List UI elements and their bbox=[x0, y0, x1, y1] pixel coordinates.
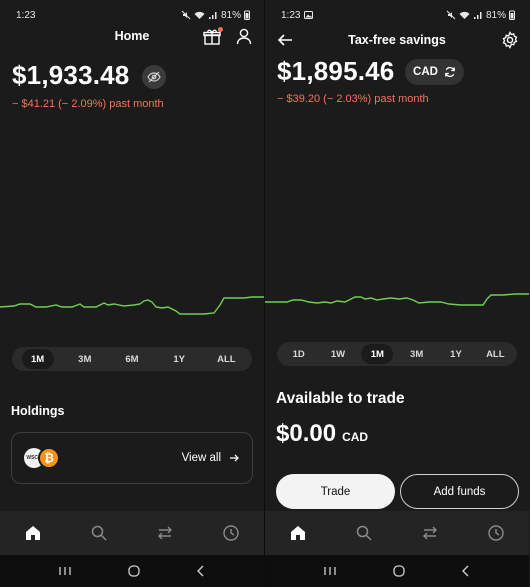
range-option[interactable]: 3M bbox=[401, 344, 433, 364]
settings-button[interactable] bbox=[499, 29, 521, 51]
bottom-tab-bar bbox=[0, 511, 264, 555]
recents-icon[interactable] bbox=[323, 565, 337, 577]
account-balance: $1,933.48 bbox=[12, 60, 130, 90]
tab-activity[interactable] bbox=[215, 517, 247, 549]
account-balance: $1,895.46 bbox=[277, 56, 395, 86]
currency-label: CAD bbox=[413, 66, 438, 78]
home-icon bbox=[26, 526, 40, 540]
performance-chart bbox=[265, 293, 529, 306]
mute-icon bbox=[181, 10, 191, 20]
status-bar: 1:23 81% bbox=[16, 8, 250, 22]
home-circle-icon[interactable] bbox=[127, 564, 141, 578]
activity-icon bbox=[488, 525, 504, 541]
balance-change: − $41.21 (− 2.09%) past month bbox=[12, 98, 164, 110]
battery-icon bbox=[244, 10, 250, 20]
range-option[interactable]: 6M bbox=[116, 349, 148, 369]
battery-text: 81% bbox=[485, 9, 506, 21]
mute-icon bbox=[446, 10, 456, 20]
wifi-icon bbox=[194, 11, 205, 19]
trade-button[interactable]: Trade bbox=[276, 474, 395, 509]
eye-off-icon bbox=[147, 71, 161, 83]
profile-button[interactable] bbox=[233, 25, 255, 47]
system-navigation bbox=[0, 555, 264, 587]
activity-icon bbox=[223, 525, 239, 541]
back-icon[interactable] bbox=[461, 565, 471, 577]
range-option[interactable]: ALL bbox=[210, 349, 242, 369]
holdings-title: Holdings bbox=[11, 404, 65, 418]
range-option[interactable]: 1Y bbox=[440, 344, 472, 364]
currency-toggle[interactable]: CAD bbox=[405, 59, 464, 85]
range-option[interactable]: 1Y bbox=[163, 349, 195, 369]
back-icon[interactable] bbox=[196, 565, 206, 577]
battery-icon bbox=[509, 10, 515, 20]
range-option[interactable]: 1D bbox=[283, 344, 315, 364]
signal-icon bbox=[473, 11, 482, 19]
status-time: 1:23 bbox=[16, 9, 36, 21]
home-screen: 1:23 81% Home $1,933.48 − $41.21 (− 2.09… bbox=[0, 0, 264, 587]
view-all-label: View all bbox=[181, 452, 221, 464]
page-title: Home bbox=[114, 29, 150, 43]
system-navigation bbox=[265, 555, 529, 587]
range-option[interactable]: 3M bbox=[69, 349, 101, 369]
view-all-link[interactable]: View all bbox=[182, 452, 240, 464]
tab-transfer[interactable] bbox=[414, 517, 446, 549]
balance-change: − $39.20 (− 2.03%) past month bbox=[277, 93, 429, 105]
person-icon bbox=[236, 28, 252, 45]
range-option[interactable]: 1M bbox=[361, 344, 394, 364]
gift-button[interactable] bbox=[201, 26, 223, 48]
holdings-coins: WSCN ₿ bbox=[24, 447, 64, 469]
tab-search[interactable] bbox=[83, 517, 115, 549]
available-value: $0.00 bbox=[276, 420, 337, 447]
bottom-tab-bar bbox=[265, 511, 529, 555]
home-icon bbox=[291, 526, 305, 540]
signal-icon bbox=[208, 11, 217, 19]
arrow-right-icon bbox=[230, 454, 239, 462]
page-title: Tax-free savings bbox=[348, 33, 446, 47]
time-range-selector: 1D 1W 1M 3M 1Y ALL bbox=[277, 342, 517, 366]
range-option[interactable]: ALL bbox=[479, 344, 511, 364]
add-funds-button[interactable]: Add funds bbox=[400, 474, 519, 509]
tab-activity[interactable] bbox=[480, 517, 512, 549]
status-bar: 1:23 81% bbox=[281, 8, 515, 22]
battery-text: 81% bbox=[220, 9, 241, 21]
home-circle-icon[interactable] bbox=[392, 564, 406, 578]
tab-home[interactable] bbox=[17, 517, 49, 549]
bitcoin-icon: ₿ bbox=[38, 447, 60, 469]
available-to-trade-title: Available to trade bbox=[276, 390, 405, 407]
hide-balance-button[interactable] bbox=[142, 65, 166, 89]
search-icon bbox=[356, 525, 372, 541]
tab-transfer[interactable] bbox=[149, 517, 181, 549]
image-notification-icon bbox=[304, 11, 314, 19]
tab-home[interactable] bbox=[282, 517, 314, 549]
notification-dot bbox=[218, 27, 223, 32]
search-icon bbox=[91, 525, 107, 541]
wifi-icon bbox=[459, 11, 470, 19]
chart-line bbox=[0, 296, 264, 315]
range-option[interactable]: 1M bbox=[21, 349, 54, 369]
tab-search[interactable] bbox=[348, 517, 380, 549]
time-range-selector: 1M 3M 6M 1Y ALL bbox=[12, 347, 252, 371]
transfer-icon bbox=[423, 526, 437, 540]
transfer-icon bbox=[158, 526, 172, 540]
range-option[interactable]: 1W bbox=[322, 344, 354, 364]
account-screen: 1:23 81% Tax-free savings $1,895.46 CAD … bbox=[265, 0, 529, 587]
refresh-icon bbox=[445, 66, 455, 78]
performance-chart bbox=[0, 296, 264, 315]
status-time: 1:23 bbox=[281, 9, 301, 21]
holdings-card[interactable]: WSCN ₿ View all bbox=[11, 432, 253, 484]
available-amount: $0.00 CAD bbox=[276, 420, 368, 448]
gear-icon bbox=[502, 31, 518, 49]
chart-line bbox=[265, 293, 529, 306]
available-currency: CAD bbox=[342, 430, 369, 444]
recents-icon[interactable] bbox=[58, 565, 72, 577]
